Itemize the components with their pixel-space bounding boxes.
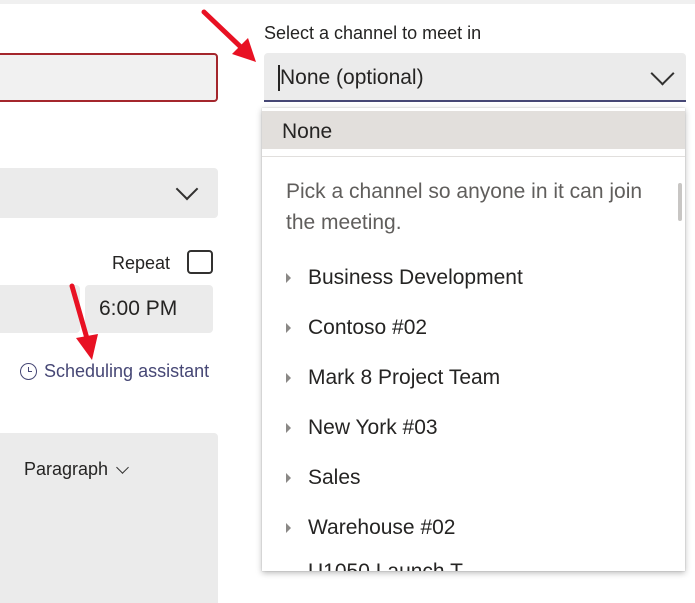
- annotation-arrow: [201, 9, 256, 62]
- chevron-down-icon: [116, 460, 129, 474]
- repeat-label: Repeat: [112, 253, 171, 273]
- channel-select[interactable]: None (optional): [264, 53, 686, 102]
- team-name: Sales: [308, 466, 361, 489]
- scheduling-assistant-link[interactable]: Scheduling assistant: [20, 361, 209, 382]
- caret-right-icon[interactable]: [286, 373, 291, 383]
- chevron-down-icon: [175, 177, 199, 201]
- team-name: Contoso #02: [308, 316, 428, 339]
- caret-right-icon[interactable]: [286, 473, 291, 483]
- team-item-partial[interactable]: U1050 Launch T...: [308, 560, 478, 571]
- repeat-checkbox[interactable]: [187, 250, 213, 274]
- meeting-title-input[interactable]: [0, 53, 218, 102]
- paragraph-style-label: Paragraph: [24, 459, 109, 479]
- team-item[interactable]: Mark 8 Project Team: [262, 358, 685, 398]
- team-item[interactable]: Business Development: [262, 258, 685, 298]
- description-editor[interactable]: Paragraph: [0, 433, 218, 603]
- clock-icon: [20, 363, 37, 380]
- chevron-down-icon: [650, 61, 675, 86]
- meeting-select-field[interactable]: [0, 168, 218, 218]
- team-name: Business Development: [308, 266, 523, 289]
- annotation-arrow: [69, 283, 98, 360]
- paragraph-style-dropdown[interactable]: Paragraph: [24, 459, 129, 480]
- team-item[interactable]: Sales: [262, 458, 685, 498]
- team-item[interactable]: Contoso #02: [262, 308, 685, 348]
- team-item[interactable]: Warehouse #02: [262, 508, 685, 548]
- team-name: New York #03: [308, 416, 438, 439]
- dropdown-hint: Pick a channel so anyone in it can join …: [286, 180, 643, 234]
- scheduling-assistant-label: Scheduling assistant: [44, 361, 210, 381]
- team-name: Warehouse #02: [308, 516, 456, 539]
- channel-label: Select a channel to meet in: [264, 23, 482, 43]
- dropdown-divider: [262, 156, 685, 157]
- team-name: Mark 8 Project Team: [308, 366, 501, 389]
- top-divider: [0, 0, 695, 4]
- caret-right-icon[interactable]: [286, 423, 291, 433]
- caret-right-icon[interactable]: [286, 323, 291, 333]
- channel-dropdown: None Pick a channel so anyone in it can …: [262, 108, 685, 571]
- team-item[interactable]: New York #03: [262, 408, 685, 448]
- caret-right-icon[interactable]: [286, 523, 291, 533]
- channel-select-value: None (optional): [280, 66, 424, 89]
- dropdown-scrollbar[interactable]: [678, 183, 682, 221]
- caret-right-icon[interactable]: [286, 273, 291, 283]
- option-none[interactable]: None: [262, 111, 685, 149]
